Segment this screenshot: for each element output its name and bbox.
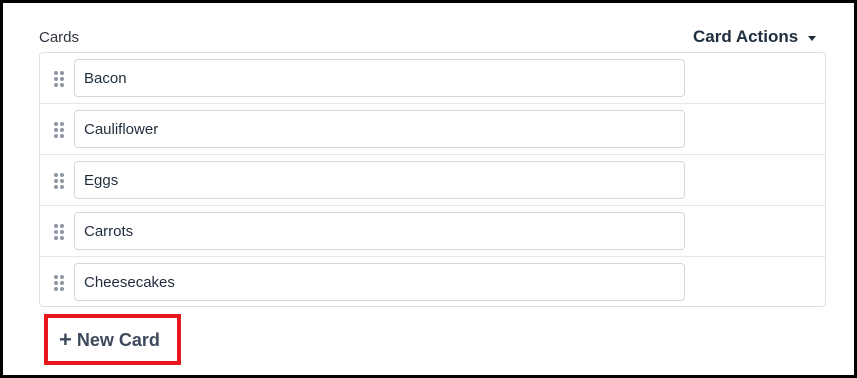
drag-handle-icon[interactable] <box>54 275 64 291</box>
card-row <box>40 257 825 308</box>
card-list <box>39 52 826 307</box>
cards-section-label: Cards <box>39 29 80 46</box>
card-title-input[interactable] <box>74 212 685 250</box>
caret-down-icon <box>808 35 817 41</box>
card-actions-label: Card Actions <box>693 27 799 46</box>
drag-handle-icon[interactable] <box>54 173 64 189</box>
drag-handle-icon[interactable] <box>54 71 64 87</box>
card-title-input[interactable] <box>74 263 685 301</box>
card-row <box>40 104 825 155</box>
new-card-label: New Card <box>76 329 160 350</box>
drag-handle-icon[interactable] <box>54 122 64 138</box>
plus-icon: + <box>59 327 72 352</box>
cards-panel: Cards Card Actions Bacon Cauliflower Egg… <box>0 0 857 378</box>
new-card-button[interactable]: + New Card <box>59 327 160 353</box>
card-row <box>40 206 825 257</box>
card-title-input[interactable] <box>74 110 685 148</box>
card-title-input[interactable] <box>74 59 685 97</box>
card-row <box>40 155 825 206</box>
card-title-input[interactable] <box>74 161 685 199</box>
card-row <box>40 53 825 104</box>
card-actions-dropdown[interactable]: Card Actions <box>693 27 817 47</box>
drag-handle-icon[interactable] <box>54 224 64 240</box>
